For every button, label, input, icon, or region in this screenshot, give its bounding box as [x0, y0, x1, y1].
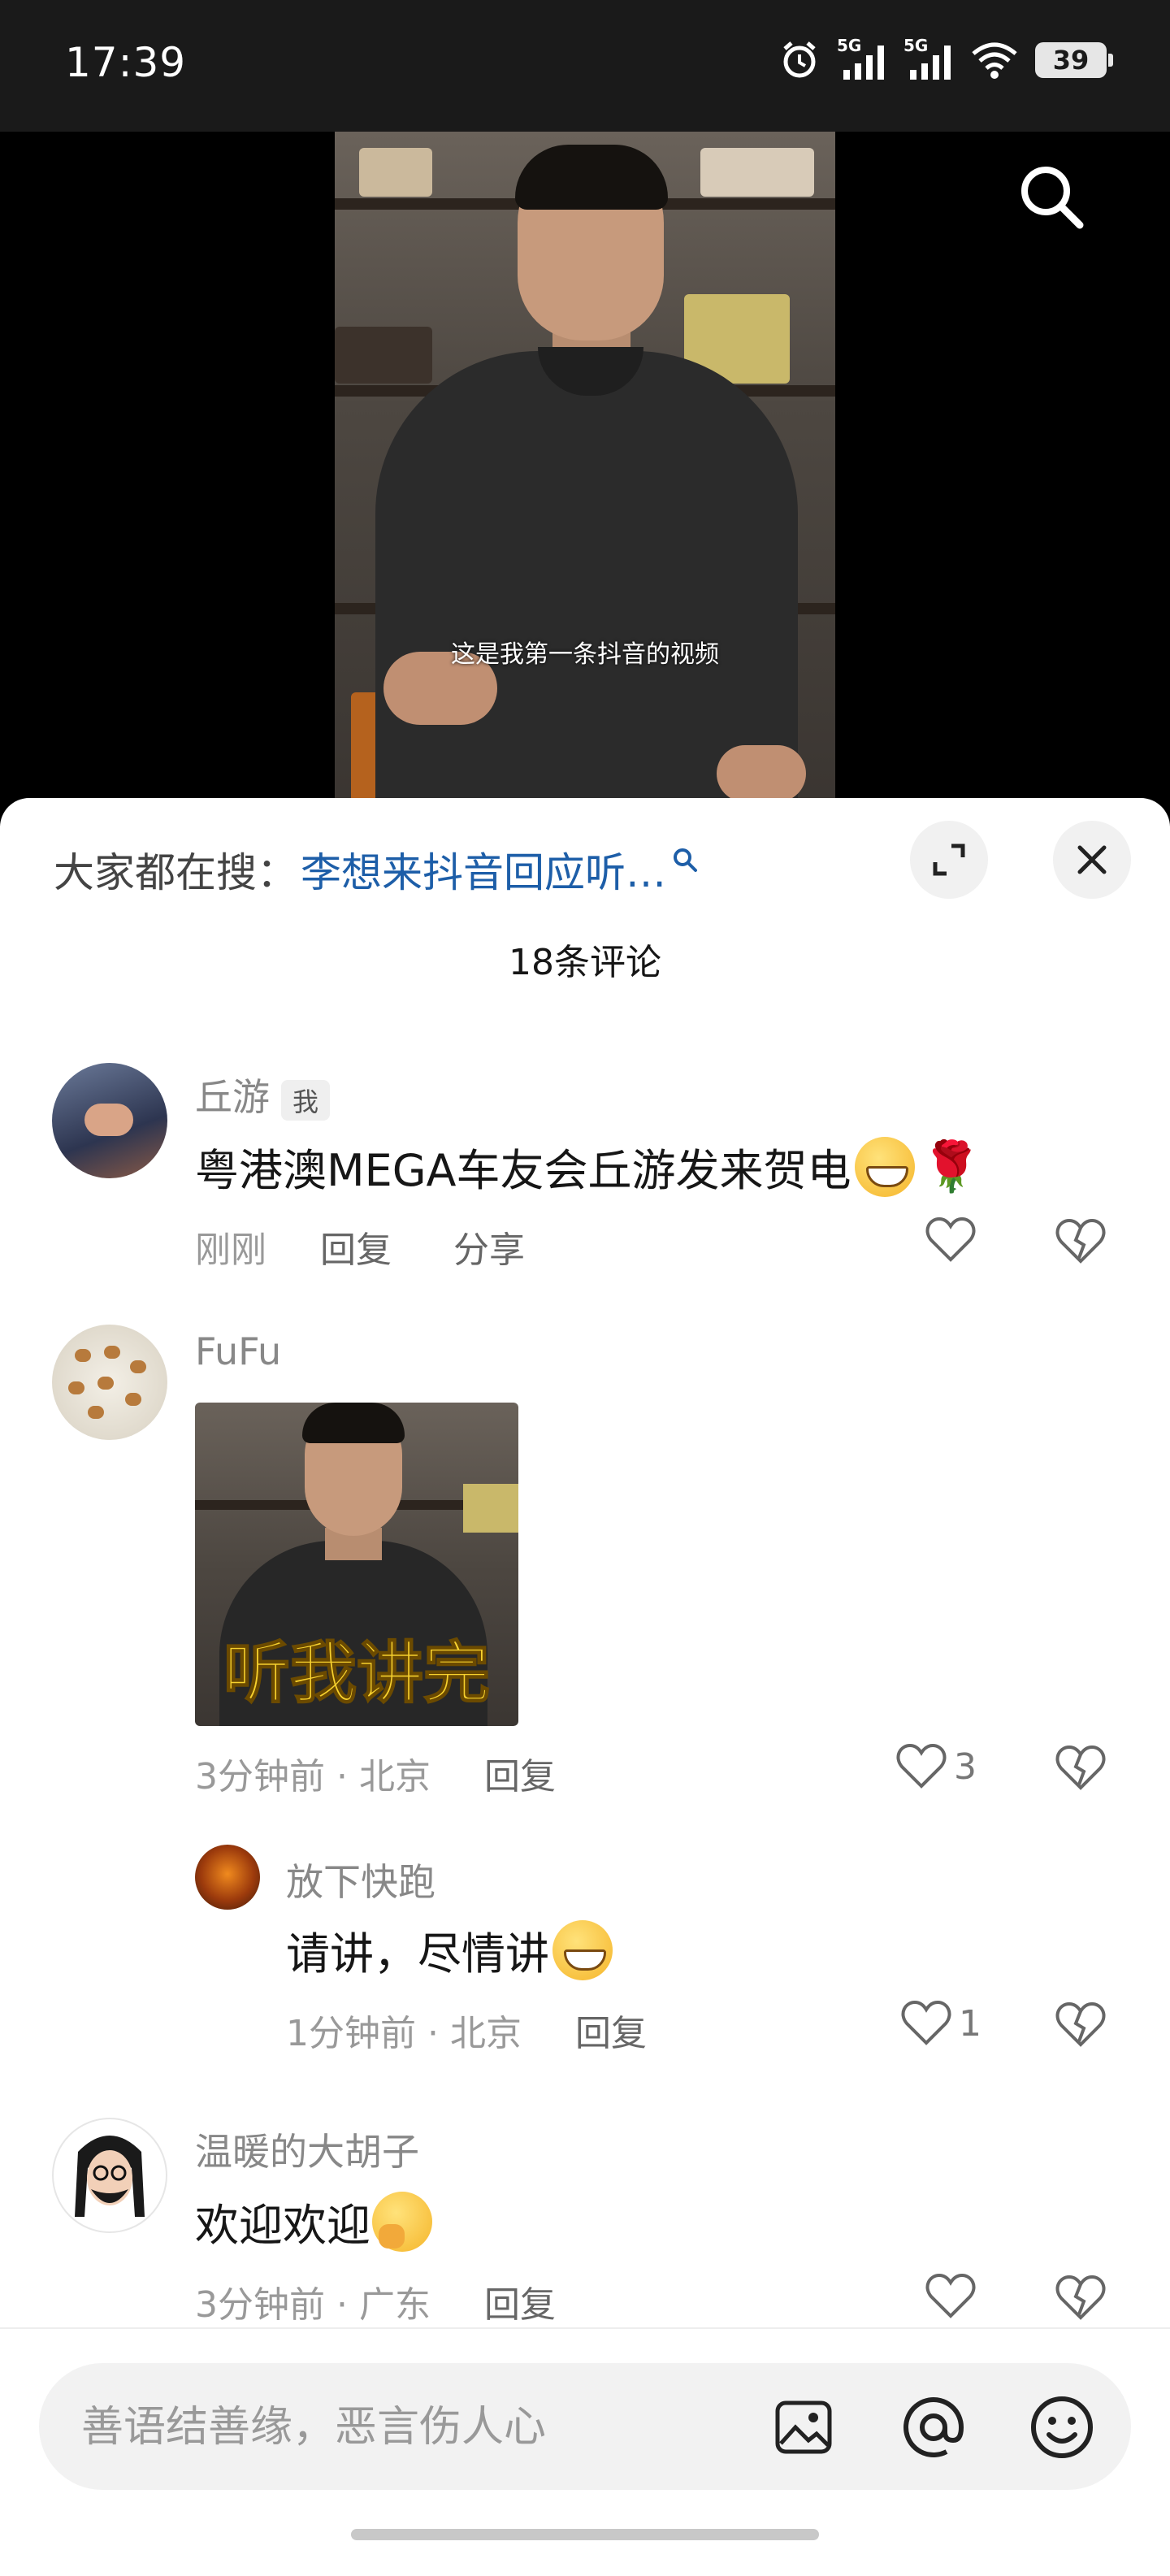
reply-button[interactable]: 回复 — [320, 1221, 392, 1273]
comment-username[interactable]: 放下快跑 — [286, 1853, 436, 1906]
share-button[interactable]: 分享 — [453, 1221, 525, 1273]
close-button[interactable] — [1053, 821, 1131, 899]
image-icon — [775, 2400, 832, 2454]
emoji-button[interactable] — [1025, 2391, 1098, 2464]
like-count: 1 — [959, 2002, 982, 2045]
shelf-decor — [359, 148, 432, 197]
comment-username[interactable]: 温暖的大胡子 — [195, 2123, 419, 2176]
reply-button[interactable]: 回复 — [484, 1747, 556, 1799]
broken-heart-icon — [1055, 1745, 1106, 1790]
heart-outline-icon — [896, 1743, 947, 1789]
at-icon — [904, 2397, 964, 2457]
status-bar: 17:39 5G 5G 39 — [0, 0, 1170, 132]
comment-username[interactable]: FuFu — [195, 1329, 281, 1373]
comment-sheet: 大家都在搜： 李想来抖音回应听… 18条评论 — [0, 798, 1170, 2574]
comment-time: 3分钟前 · 广东 — [195, 2284, 431, 2326]
rose-emoji-icon: 🌹 — [921, 1138, 982, 1195]
me-badge: 我 — [281, 1079, 331, 1121]
avatar[interactable] — [195, 1845, 260, 1910]
comment-meta: 3分钟前 · 北京 回复 — [195, 1747, 556, 1799]
comment-body: 粤港澳MEGA车友会丘游发来贺电 — [195, 1145, 852, 1196]
mention-button[interactable] — [897, 2391, 970, 2464]
dislike-button[interactable] — [1055, 1744, 1107, 1796]
comment-meta: 刚刚 回复 分享 — [195, 1221, 525, 1273]
reply-button[interactable]: 回复 — [575, 2004, 647, 2056]
comment-text: 粤港澳MEGA车友会丘游发来贺电 🌹 — [195, 1134, 982, 1199]
comment-username[interactable]: 丘游我 — [195, 1068, 331, 1121]
sticker-caption: 听我讲完 — [223, 1634, 491, 1713]
heart-outline-icon — [901, 2000, 951, 2045]
like-button[interactable]: 3 — [895, 1742, 977, 1791]
comment-count: 18条评论 — [509, 942, 661, 983]
expand-icon — [933, 843, 965, 876]
like-button[interactable]: 1 — [900, 1999, 982, 2048]
dislike-button[interactable] — [1055, 1217, 1107, 1269]
status-time: 17:39 — [65, 39, 187, 86]
reply-button[interactable]: 回复 — [484, 2275, 556, 2327]
status-icons: 5G 5G 39 — [778, 36, 1113, 81]
trending-label: 大家都在搜： — [54, 849, 297, 896]
trending-search[interactable]: 大家都在搜： 李想来抖音回应听… — [54, 840, 699, 899]
grin-emoji-icon — [854, 1136, 915, 1197]
search-button[interactable] — [1011, 156, 1092, 237]
comment-time: 刚刚 — [195, 1229, 266, 1271]
heart-outline-icon — [925, 2273, 976, 2318]
video-frame[interactable]: 这是我第一条抖音的视频 — [335, 132, 835, 814]
username-text[interactable]: 丘游 — [195, 1075, 270, 1119]
video-subtitle: 这是我第一条抖音的视频 — [451, 640, 719, 669]
avatar[interactable] — [52, 1325, 167, 1440]
shelf-decor — [700, 148, 814, 197]
comment-text: 请讲，尽情讲 — [286, 1918, 613, 1982]
search-icon — [674, 848, 697, 872]
dislike-button[interactable] — [1055, 2274, 1107, 2326]
like-button[interactable] — [925, 2272, 983, 2321]
smiley-icon — [1031, 2396, 1093, 2458]
shelf-decor — [335, 327, 432, 384]
image-button[interactable] — [767, 2391, 840, 2464]
comment-input-container[interactable] — [39, 2363, 1131, 2490]
heart-outline-icon — [925, 1216, 976, 1262]
home-indicator[interactable] — [351, 2529, 819, 2540]
comment-meta: 3分钟前 · 广东 回复 — [195, 2275, 556, 2327]
dislike-button[interactable] — [1055, 2001, 1107, 2053]
broken-heart-icon — [1055, 1218, 1106, 1264]
grin-emoji-icon — [552, 1919, 613, 1980]
broken-heart-icon — [1055, 2001, 1106, 2047]
like-button[interactable] — [925, 1216, 983, 1264]
person-hand — [717, 745, 806, 802]
comment-input-bar — [0, 2327, 1170, 2576]
person-hair — [515, 145, 668, 210]
close-icon — [1077, 845, 1107, 874]
comment-meta: 1分钟前 · 北京 回复 — [286, 2004, 647, 2056]
avatar[interactable] — [52, 2118, 167, 2233]
wifi-icon — [972, 42, 1017, 79]
comment-text: 欢迎欢迎 — [195, 2189, 432, 2253]
comment-time: 3分钟前 · 北京 — [195, 1756, 431, 1798]
trending-query-link[interactable]: 李想来抖音回应听… — [301, 840, 666, 899]
broken-heart-icon — [1055, 2275, 1106, 2320]
alarm-icon — [783, 41, 816, 78]
search-icon — [1021, 167, 1084, 229]
comment-body: 请讲，尽情讲 — [286, 1928, 549, 1980]
signal-icon-2: 5G — [904, 36, 954, 81]
battery-indicator: 39 — [1035, 42, 1113, 78]
video-player[interactable]: 这是我第一条抖音的视频 — [0, 132, 1170, 814]
like-count: 3 — [954, 1746, 977, 1788]
thinking-emoji-icon — [372, 2191, 432, 2252]
person-body — [375, 351, 798, 814]
signal-icon: 5G — [837, 36, 887, 81]
avatar[interactable] — [52, 1063, 167, 1178]
comment-time: 1分钟前 · 北京 — [286, 2013, 522, 2054]
comment-body: 欢迎欢迎 — [195, 2200, 370, 2251]
comment-input[interactable] — [80, 2396, 733, 2459]
sticker-image[interactable]: 听我讲完 — [195, 1403, 518, 1726]
expand-button[interactable] — [910, 821, 988, 899]
